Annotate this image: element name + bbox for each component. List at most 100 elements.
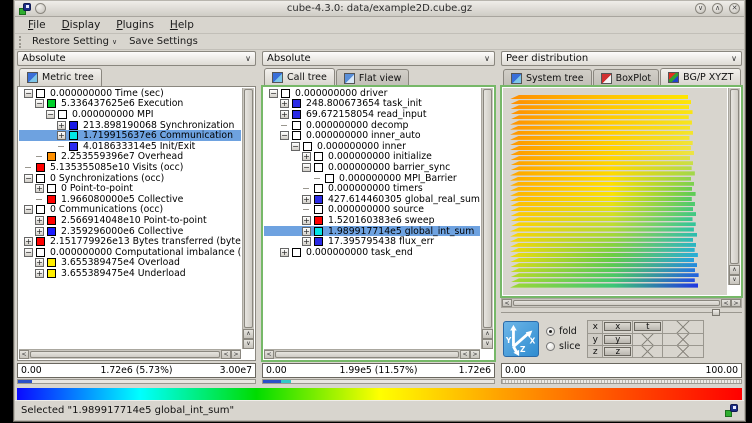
tree-item-time-sec[interactable]: −0.000000000 Time (sec)	[19, 88, 241, 99]
topology-layer[interactable]	[510, 283, 698, 287]
collapse-icon[interactable]: −	[24, 248, 33, 257]
topology-layer[interactable]	[510, 278, 695, 282]
tree-item-global-real-sum[interactable]: +427.614460305 global_real_sum	[264, 194, 480, 205]
expand-icon[interactable]: +	[280, 110, 289, 119]
scrollbar-thumb[interactable]	[244, 89, 253, 328]
topology-zoom-slider[interactable]	[501, 308, 742, 317]
tree-item-point-to-point[interactable]: +0 Point-to-point	[19, 183, 241, 194]
dim-button-t[interactable]: t	[634, 322, 661, 331]
expand-icon[interactable]: +	[302, 195, 311, 204]
scroll-left-button[interactable]	[721, 299, 731, 307]
metric-value-mode-select[interactable]: Absolute	[17, 51, 256, 66]
topology-layer[interactable]	[510, 115, 689, 119]
minimize-button[interactable]	[695, 3, 706, 14]
topology-layer[interactable]	[510, 253, 698, 257]
tree-item-sweep[interactable]: +1.520160383e6 sweep	[264, 215, 480, 226]
menu-help[interactable]: Help	[163, 18, 201, 32]
scroll-left-button[interactable]	[460, 350, 470, 359]
topology-plot[interactable]	[503, 88, 727, 295]
collapse-icon[interactable]: −	[35, 99, 44, 108]
topology-vertical-scrollbar[interactable]	[728, 88, 740, 285]
topology-layer[interactable]	[510, 182, 694, 186]
axes-orientation-icon[interactable]: Y X Z	[503, 321, 539, 357]
tab-bg-p-xyzt[interactable]: BG/P XYZT	[660, 68, 741, 86]
tree-item-communications-occ[interactable]: −0 Communications (occ)	[19, 205, 241, 216]
tree-item-barrier-sync[interactable]: −0.000000000 barrier_sync	[264, 162, 480, 173]
topology-layer[interactable]	[510, 131, 693, 135]
topology-layer[interactable]	[510, 166, 692, 170]
expand-icon[interactable]: +	[57, 121, 66, 130]
tree-item-read-input[interactable]: +69.672158054 read_input	[264, 109, 480, 120]
tree-item-timers[interactable]: 0.000000000 timers	[264, 183, 480, 194]
tree-item-point-to-point[interactable]: +2.566914048e10 Point-to-point	[19, 215, 241, 226]
tree-item-inner[interactable]: −0.000000000 inner	[264, 141, 480, 152]
topology-layer[interactable]	[510, 192, 696, 196]
scrollbar-thumb[interactable]	[30, 351, 220, 358]
collapse-icon[interactable]: −	[302, 163, 311, 172]
tab-system-tree[interactable]: System tree	[503, 69, 592, 86]
scroll-right-button[interactable]	[470, 350, 480, 359]
scroll-down-button[interactable]	[482, 339, 493, 349]
topology-layer[interactable]	[510, 227, 694, 231]
topology-layer[interactable]	[510, 248, 695, 252]
collapse-icon[interactable]: −	[269, 89, 278, 98]
topology-layer[interactable]	[510, 258, 694, 262]
expand-icon[interactable]: +	[302, 227, 311, 236]
tab-flat-view[interactable]: Flat view	[336, 69, 410, 86]
call-horizontal-scrollbar[interactable]	[264, 349, 480, 359]
topology-layer[interactable]	[510, 197, 692, 201]
tree-item-collective[interactable]: +2.359296000e6 Collective	[19, 226, 241, 237]
scroll-down-button[interactable]	[729, 275, 740, 285]
expand-icon[interactable]: +	[302, 237, 311, 246]
scrollbar-thumb[interactable]	[730, 89, 739, 264]
system-value-mode-select[interactable]: Peer distribution	[501, 51, 742, 66]
metric-horizontal-scrollbar[interactable]	[19, 349, 241, 359]
collapse-icon[interactable]: −	[280, 131, 289, 140]
scroll-down-button[interactable]	[243, 339, 254, 349]
topology-layer[interactable]	[510, 126, 690, 130]
topology-layer[interactable]	[510, 268, 695, 272]
topology-layer[interactable]	[510, 222, 696, 226]
expand-icon[interactable]: +	[35, 227, 44, 236]
topology-layer[interactable]	[510, 177, 691, 181]
scroll-right-button[interactable]	[231, 350, 241, 359]
topology-layer[interactable]	[510, 263, 697, 267]
tree-item-bytes-transferred-bytes[interactable]: +2.151779926e13 Bytes transferred (bytes…	[19, 236, 241, 247]
tree-item-task-init[interactable]: +248.800673654 task_init	[264, 99, 480, 110]
tree-item-mpi-barrier[interactable]: 0.000000000 MPI_Barrier	[264, 173, 480, 184]
tree-item-initialize[interactable]: +0.000000000 initialize	[264, 152, 480, 163]
topology-layer[interactable]	[510, 95, 688, 99]
expand-icon[interactable]: +	[35, 216, 44, 225]
fold-radio[interactable]: fold	[546, 326, 580, 337]
collapse-icon[interactable]: −	[46, 110, 55, 119]
topology-layer[interactable]	[510, 233, 697, 237]
metric-vertical-scrollbar[interactable]	[242, 88, 254, 349]
expand-icon[interactable]: +	[280, 99, 289, 108]
tree-item-computational-imbalance-sec[interactable]: −0.000000000 Computational imbalance (se…	[19, 247, 241, 258]
scroll-right-button[interactable]	[731, 299, 741, 307]
collapse-icon[interactable]: −	[24, 89, 33, 98]
scroll-left-button[interactable]	[264, 350, 274, 359]
slice-radio[interactable]: slice	[546, 341, 580, 352]
expand-icon[interactable]: +	[57, 131, 66, 140]
topology-layer[interactable]	[510, 187, 692, 191]
tree-item-communication[interactable]: +1.719915637e6 Communication	[19, 130, 241, 141]
expand-icon[interactable]: +	[24, 237, 33, 246]
tree-item-synchronizations-occ[interactable]: −0 Synchronizations (occ)	[19, 173, 241, 184]
collapse-icon[interactable]: −	[24, 174, 33, 183]
maximize-button[interactable]	[712, 3, 723, 14]
close-button[interactable]	[729, 3, 740, 14]
tab-boxplot[interactable]: BoxPlot	[593, 69, 660, 86]
topology-layer[interactable]	[510, 136, 690, 140]
scrollbar-thumb[interactable]	[275, 351, 459, 358]
topology-layer[interactable]	[510, 212, 696, 216]
tree-item-task-end[interactable]: +0.000000000 task_end	[264, 247, 480, 258]
topology-layer[interactable]	[510, 110, 693, 114]
expand-icon[interactable]: +	[35, 184, 44, 193]
expand-icon[interactable]: +	[35, 258, 44, 267]
scrollbar-thumb[interactable]	[483, 89, 492, 328]
menu-file[interactable]: File	[21, 18, 53, 32]
topology-layer[interactable]	[510, 151, 694, 155]
topology-layer[interactable]	[510, 273, 699, 277]
tree-item-decomp[interactable]: 0.000000000 decomp	[264, 120, 480, 131]
